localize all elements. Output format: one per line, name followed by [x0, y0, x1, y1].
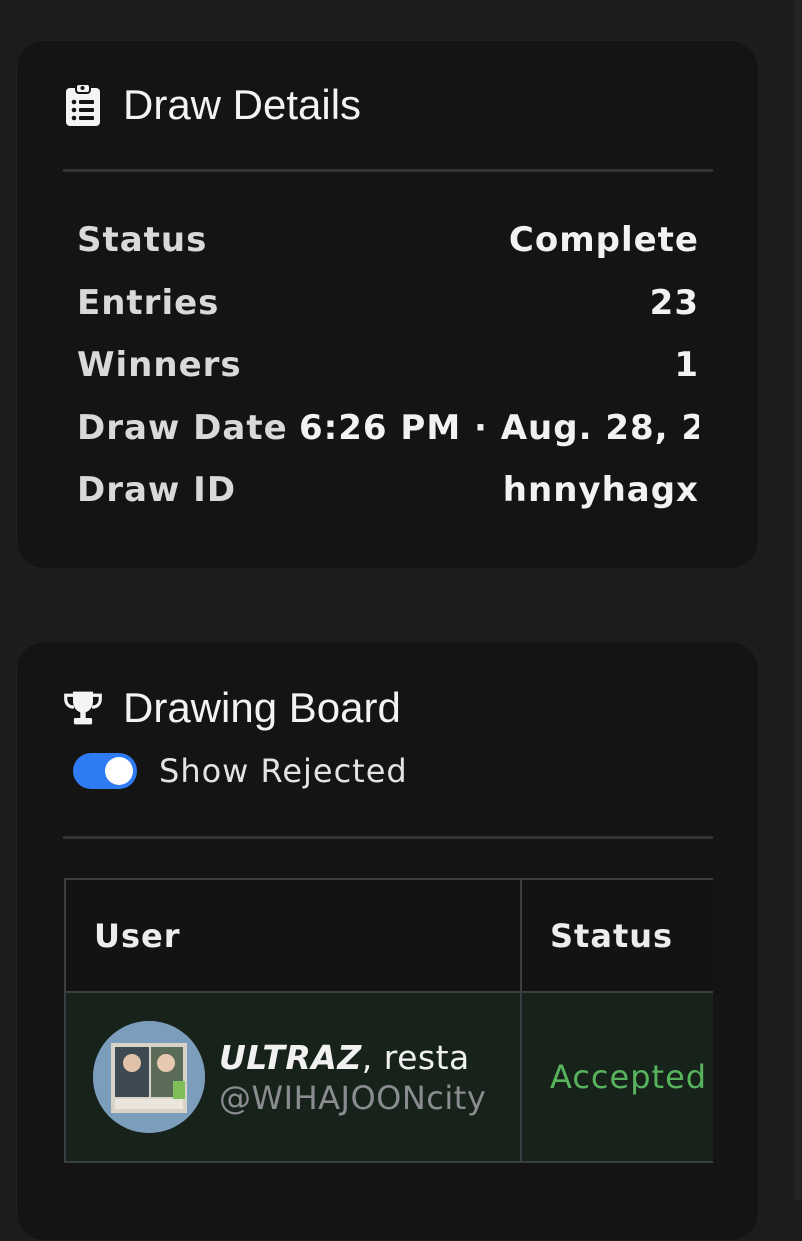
detail-value: 1 [674, 345, 699, 386]
column-header-user[interactable]: User [64, 878, 522, 993]
column-header-status[interactable]: Status [520, 878, 713, 993]
detail-label: Draw Date [77, 407, 288, 448]
detail-row-draw-date: Draw Date 6:26 PM · Aug. 28, 20 [77, 397, 699, 460]
toggle-knob [105, 757, 133, 785]
status-cell: Accepted [520, 991, 713, 1163]
drawing-board-divider [63, 836, 713, 839]
table-row[interactable]: ULTRAZ, resta @WIHAJOONcity Accepted [64, 991, 713, 1163]
detail-row-draw-id: Draw ID hnnyhagx [77, 459, 699, 521]
detail-value: 6:26 PM · Aug. 28, 20 [299, 407, 699, 448]
page-scrollbar[interactable] [794, 0, 802, 1200]
drawing-board-header: Drawing Board [63, 680, 401, 736]
show-rejected-control[interactable]: Show Rejected [73, 752, 408, 790]
table-header-row: User Status [64, 878, 713, 993]
detail-label: Status [77, 220, 208, 261]
draw-details-title: Draw Details [123, 81, 362, 128]
detail-value: hnnyhagx [502, 470, 699, 511]
clipboard-list-icon [63, 83, 103, 127]
show-rejected-label[interactable]: Show Rejected [159, 752, 408, 790]
entries-table: User Status ULTRAZ, resta @WIHAJOONcity … [64, 878, 713, 1163]
detail-value: Complete [508, 220, 699, 261]
detail-label: Winners [77, 345, 242, 386]
detail-row-status: Status Complete [77, 209, 699, 272]
drawing-board-card: Drawing Board Show Rejected User Status [16, 641, 759, 1241]
user-name-bold: ULTRAZ [219, 1037, 362, 1077]
detail-row-winners: Winners 1 [77, 334, 699, 397]
user-display-name[interactable]: ULTRAZ, resta [219, 1038, 486, 1077]
detail-label: Draw ID [77, 470, 237, 511]
detail-label: Entries [77, 282, 220, 323]
user-name-rest: , resta [361, 1037, 470, 1077]
trophy-icon [63, 686, 103, 730]
draw-details-header: Draw Details [63, 77, 361, 133]
detail-value: 23 [649, 282, 699, 323]
drawing-board-title: Drawing Board [123, 684, 401, 731]
detail-row-entries: Entries 23 [77, 272, 699, 335]
user-cell: ULTRAZ, resta @WIHAJOONcity [64, 991, 522, 1163]
entries-table-viewport[interactable]: User Status ULTRAZ, resta @WIHAJOONcity … [64, 878, 713, 1164]
draw-details-list: Status Complete Entries 23 Winners 1 Dra… [77, 209, 699, 521]
draw-details-card: Draw Details Status Complete Entries 23 … [16, 40, 759, 569]
draw-details-divider [63, 169, 713, 172]
show-rejected-toggle[interactable] [73, 753, 137, 789]
avatar[interactable] [93, 1021, 205, 1133]
user-handle[interactable]: @WIHAJOONcity [219, 1079, 486, 1117]
